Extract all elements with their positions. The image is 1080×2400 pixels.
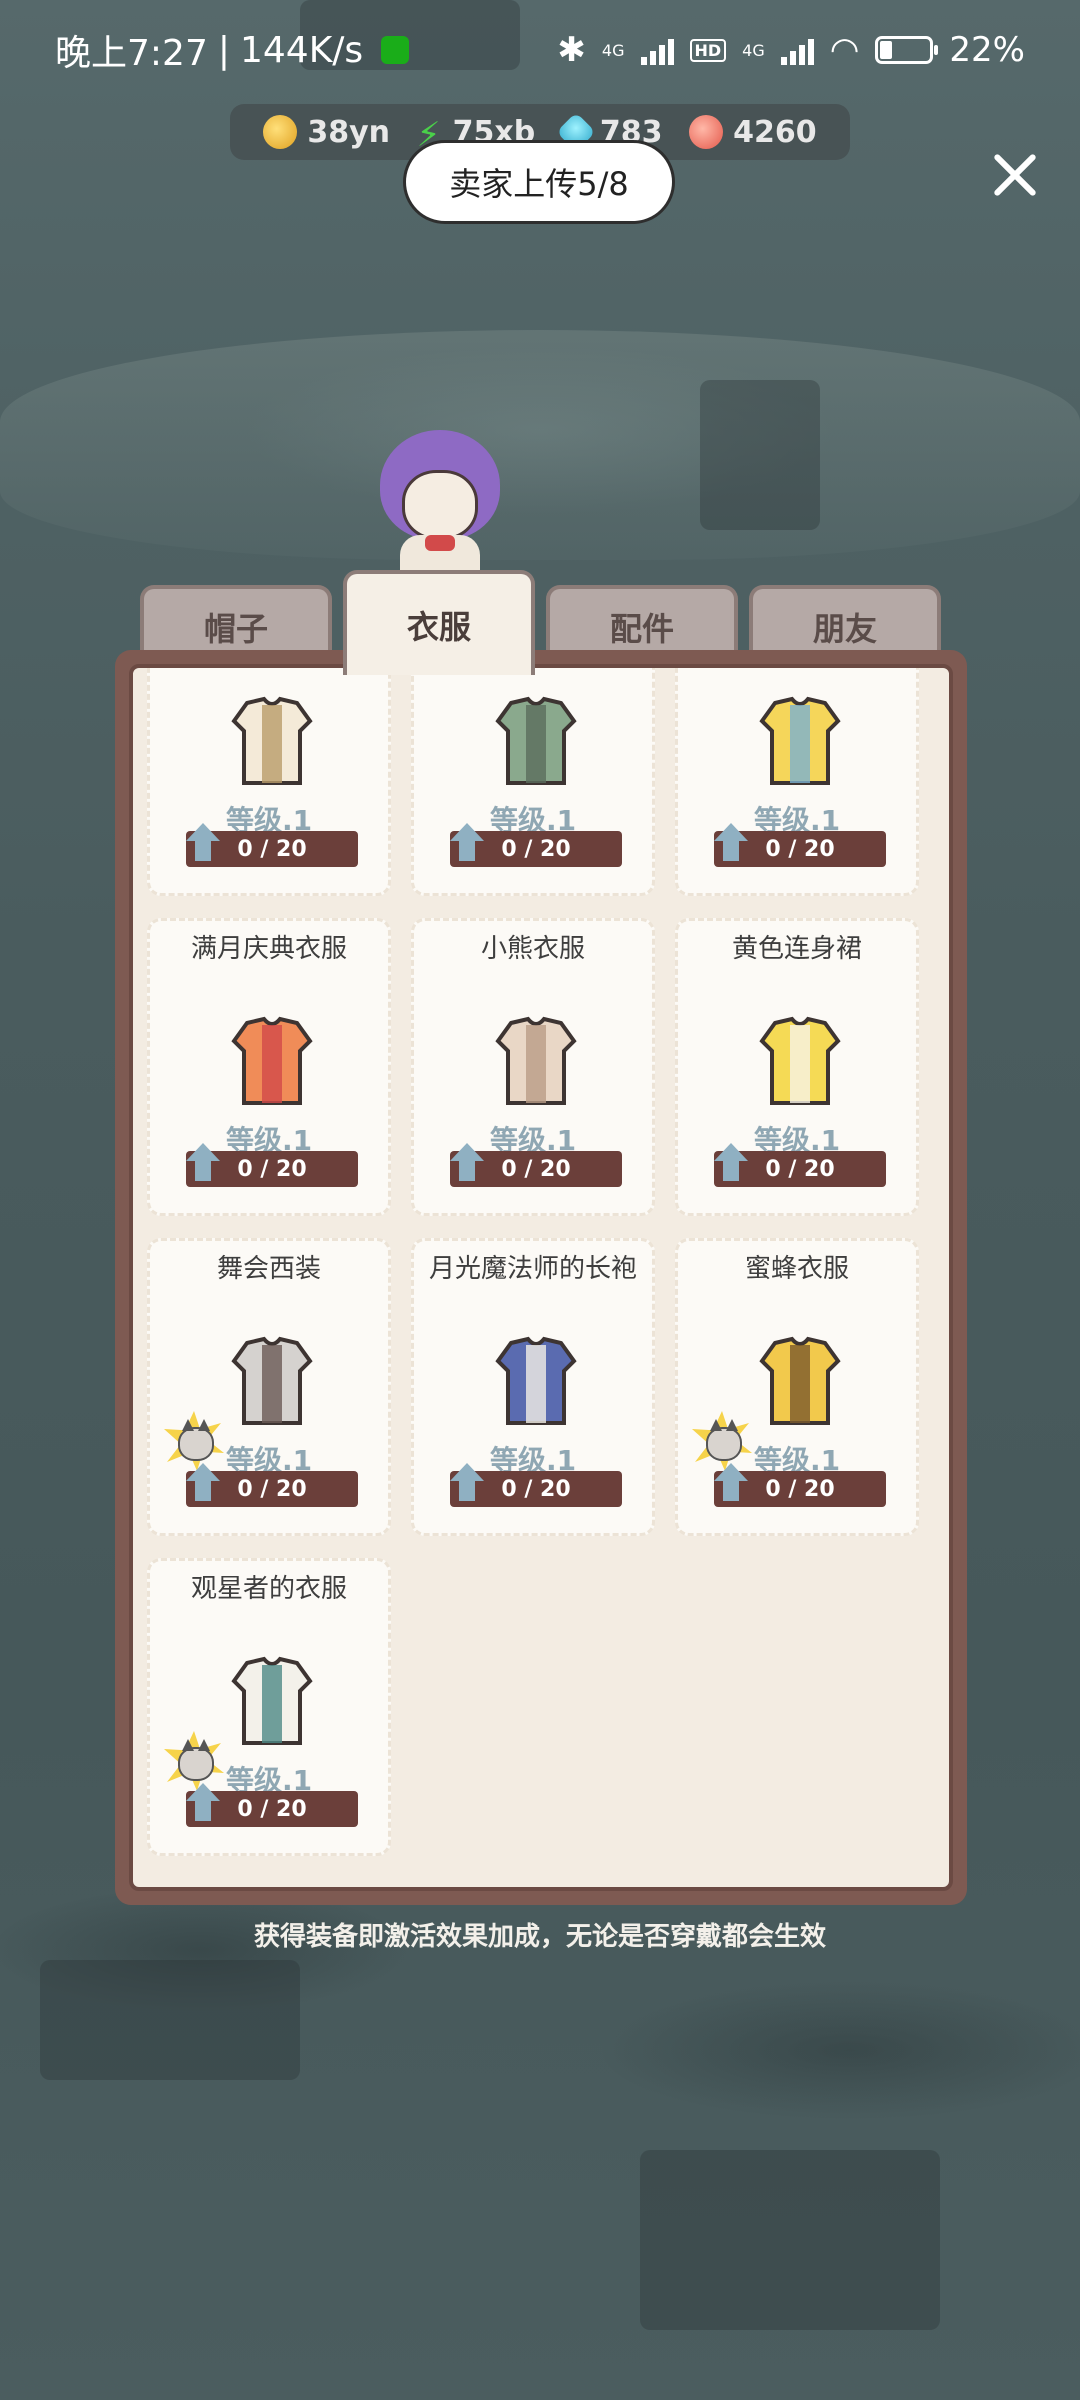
clothing-item-card[interactable]: 等级.1 0 / 20: [411, 668, 655, 896]
clothing-item-name: 观星者的衣服: [190, 1574, 347, 1604]
coin-icon: [263, 115, 298, 149]
status-separator: |: [217, 29, 230, 71]
bluetooth-icon: ✱: [557, 30, 586, 70]
resource-candy[interactable]: 4260: [689, 115, 817, 150]
background-house: [640, 2150, 940, 2330]
vest-cream-icon: [220, 691, 324, 791]
background-stall: [40, 1960, 300, 2080]
clothing-item-card[interactable]: 舞会西装 等级.1 0 / 20: [147, 1238, 391, 1536]
clothing-item-card[interactable]: 蜜蜂衣服 等级.1 0 / 20: [675, 1238, 919, 1536]
seller-upload-pill[interactable]: 卖家上传5/8: [403, 140, 675, 224]
clothing-item-card[interactable]: 等级.1 0 / 20: [147, 668, 391, 896]
character-face: [402, 470, 478, 540]
clothing-item-card[interactable]: 满月庆典衣服 等级.1 0 / 20: [147, 918, 391, 1216]
clothing-item-card[interactable]: 等级.1 0 / 20: [675, 668, 919, 896]
background-path: [0, 330, 1080, 560]
character-bow: [425, 535, 455, 551]
bee-outfit-icon: [748, 1331, 852, 1431]
upgrade-arrow-icon[interactable]: [714, 823, 748, 863]
signal-icon-2: [780, 35, 814, 65]
clothing-item-card[interactable]: 观星者的衣服 等级.1 0 / 20: [147, 1558, 391, 1856]
upgrade-arrow-icon[interactable]: [450, 1143, 484, 1183]
wardrobe-grid[interactable]: 等级.1 0 / 20 等级.1 0 / 20 等级.1 0 / 20 满月庆典衣服 等级.1…: [129, 664, 953, 1891]
yellow-dress-icon: [748, 1011, 852, 1111]
festival-outfit-icon: [220, 1011, 324, 1111]
clothing-item-name: 蜜蜂衣服: [744, 1254, 849, 1284]
close-button[interactable]: [985, 145, 1045, 205]
hd-badge: HD: [689, 38, 727, 62]
background-vending-machine: [700, 380, 820, 530]
upgrade-arrow-icon[interactable]: [714, 1463, 748, 1503]
clothing-item-card[interactable]: 黄色连身裙 等级.1 0 / 20: [675, 918, 919, 1216]
wardrobe-panel: 等级.1 0 / 20 等级.1 0 / 20 等级.1 0 / 20 满月庆典衣服 等级.1…: [115, 650, 967, 1905]
candy-icon: [689, 115, 724, 149]
upgrade-arrow-icon[interactable]: [186, 1143, 220, 1183]
clothing-item-card[interactable]: 小熊衣服 等级.1 0 / 20: [411, 918, 655, 1216]
upgrade-arrow-icon[interactable]: [450, 823, 484, 863]
status-speed: 144K/s: [239, 29, 364, 71]
stargazer-outfit-icon: [220, 1651, 324, 1751]
footer-note: 获得装备即激活效果加成，无论是否穿戴都会生效: [253, 1922, 826, 1952]
coin-value: 38yn: [307, 114, 390, 150]
upgrade-arrow-icon[interactable]: [714, 1143, 748, 1183]
kimono-green-icon: [484, 691, 588, 791]
resource-coins[interactable]: 38yn: [263, 115, 390, 150]
status-time: 晚上7:27: [55, 33, 208, 74]
clothing-item-name: 舞会西装: [216, 1254, 321, 1284]
tab-clothes[interactable]: 衣服: [343, 570, 535, 675]
status-bar: 晚上7:27 | 144K/s ✱ 4G HD 4G ◠ 22%: [0, 0, 1080, 100]
candy-value: 4260: [733, 114, 817, 150]
ball-suit-icon: [220, 1331, 324, 1431]
wechat-icon: [381, 36, 410, 64]
network-label-1: 4G: [601, 40, 625, 60]
clothing-item-name: 满月庆典衣服: [190, 934, 347, 964]
dress-yellow-denim-icon: [748, 691, 852, 791]
upgrade-arrow-icon[interactable]: [450, 1463, 484, 1503]
clothing-item-name: 月光魔法师的长袍: [428, 1254, 637, 1284]
upgrade-arrow-icon[interactable]: [186, 1783, 220, 1823]
wifi-icon: ◠: [829, 30, 860, 70]
battery-icon: [875, 36, 939, 64]
clothing-item-name: 小熊衣服: [480, 934, 585, 964]
network-label-2: 4G: [742, 40, 765, 60]
signal-icon: [640, 35, 674, 65]
bear-outfit-icon: [484, 1011, 588, 1111]
clothing-item-name: 黄色连身裙: [731, 934, 862, 964]
player-character: [370, 430, 510, 590]
battery-percent: 22%: [949, 30, 1025, 70]
moon-robe-icon: [484, 1331, 588, 1431]
clothing-item-card[interactable]: 月光魔法师的长袍 等级.1 0 / 20: [411, 1238, 655, 1536]
upgrade-arrow-icon[interactable]: [186, 823, 220, 863]
upgrade-arrow-icon[interactable]: [186, 1463, 220, 1503]
